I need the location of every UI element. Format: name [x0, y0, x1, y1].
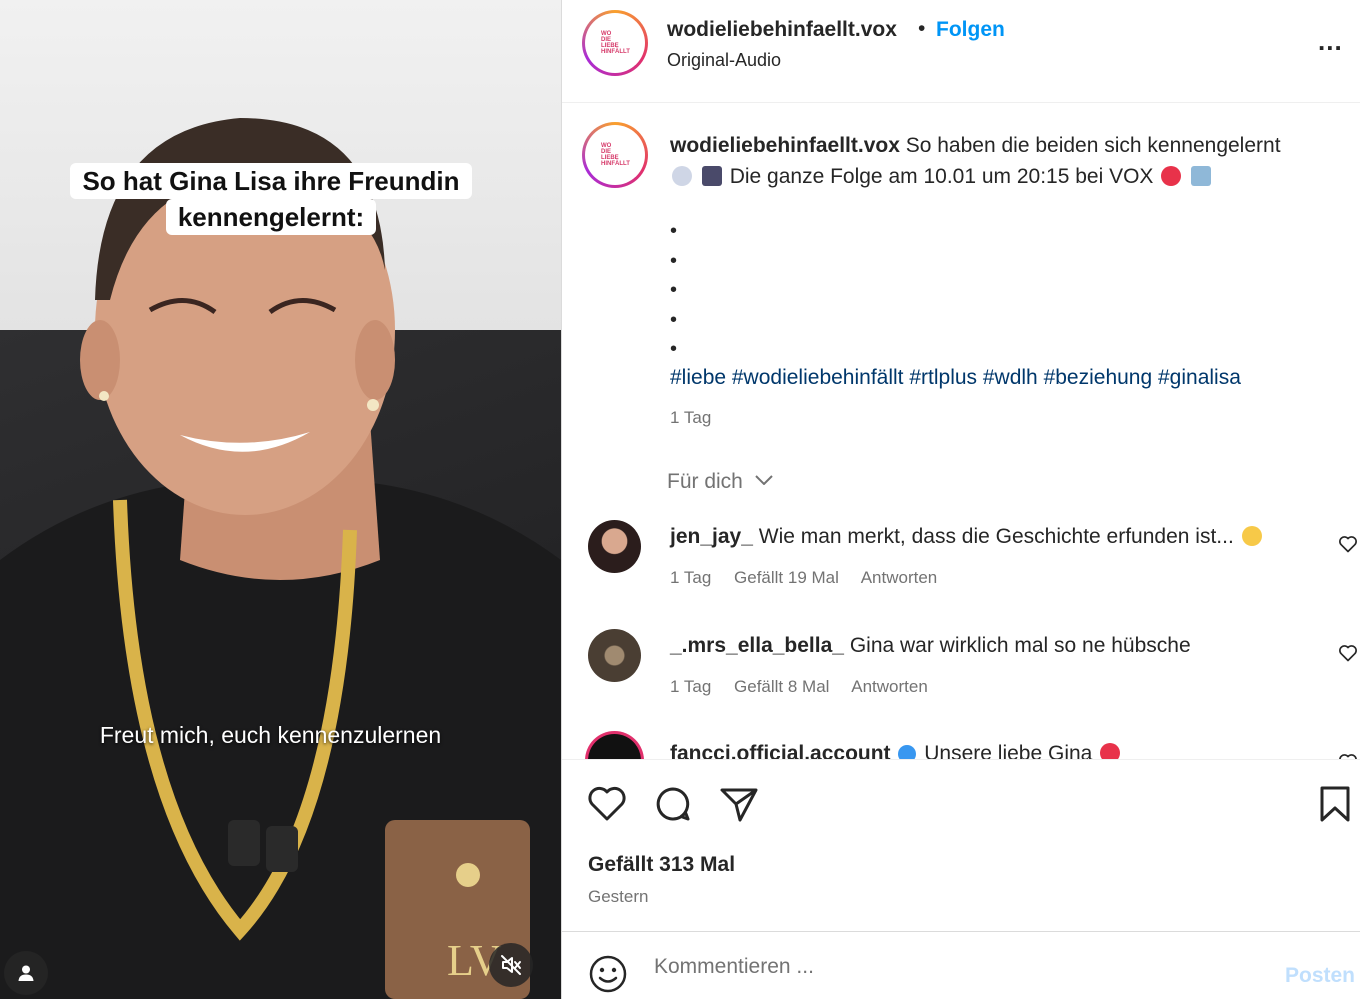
video-caption-overlay: So hat Gina Lisa ihre Freundin kennengel…	[50, 163, 492, 235]
eyes-emoji-icon	[672, 166, 692, 186]
television-emoji-icon	[1191, 166, 1212, 186]
commenter-username[interactable]: fancci.official.account	[670, 742, 891, 759]
red-circle-emoji-icon	[1161, 166, 1182, 186]
bookmark-icon[interactable]	[1318, 784, 1352, 824]
like-heart-icon[interactable]	[586, 784, 628, 824]
caption-username[interactable]: wodieliebehinfaellt.vox	[670, 134, 900, 157]
more-options-button[interactable]: ...	[1318, 26, 1343, 57]
header-separator: •	[918, 17, 926, 40]
mute-button[interactable]	[489, 943, 533, 987]
comment-item: fancci.official.account Unsere liebe Gin…	[562, 732, 1360, 759]
comment-sort-dropdown[interactable]: Für dich	[667, 470, 773, 494]
vox-logo: WO DIE LIEBE HINFÄLLT	[589, 129, 641, 181]
comment-time[interactable]: 1 Tag	[670, 568, 711, 587]
reel-video[interactable]: LV So hat Gina Lisa ihre Freundin kennen…	[0, 0, 561, 999]
comment-likes[interactable]: Gefällt 8 Mal	[734, 677, 829, 696]
heart-emoji-icon	[1100, 743, 1121, 759]
more-options-icon: ...	[1318, 26, 1343, 56]
commenter-username[interactable]: _.mrs_ella_bella_	[670, 634, 844, 657]
caption-line-2: Die ganze Folge am 10.01 um 20:15 bei VO…	[729, 165, 1154, 188]
heart-icon[interactable]	[1338, 534, 1358, 554]
comment-likes[interactable]: Gefällt 19 Mal	[734, 568, 839, 587]
user-icon	[18, 965, 34, 981]
comment-text: Wie man merkt, dass die Geschichte erfun…	[758, 525, 1234, 548]
comment-text: Unsere liebe Gina	[924, 742, 1093, 759]
comment-time[interactable]: 1 Tag	[670, 677, 711, 696]
commenter-avatar[interactable]	[588, 734, 641, 759]
caption-author-avatar[interactable]: WO DIE LIEBE HINFÄLLT	[582, 122, 648, 188]
action-bar: Gefällt 313 Mal Gestern	[562, 759, 1360, 931]
emoji-picker-icon[interactable]	[588, 954, 628, 994]
comments-scroll-area[interactable]: WO DIE LIEBE HINFÄLLT wodieliebehinfaellt.v…	[562, 104, 1360, 759]
video-person-figure: LV	[0, 118, 561, 999]
post-caption: wodieliebehinfaellt.vox So haben die bei…	[670, 130, 1340, 192]
vox-logo: WO DIE LIEBE HINFÄLLT	[589, 17, 641, 69]
reply-button[interactable]: Antworten	[861, 568, 938, 587]
reply-button[interactable]: Antworten	[851, 677, 928, 696]
post-date: Gestern	[588, 887, 649, 906]
commenter-username[interactable]: jen_jay_	[670, 525, 753, 548]
laughing-emoji-icon	[1241, 526, 1262, 546]
comment-item: _.mrs_ella_bella_ Gina war wirklich mal …	[562, 626, 1360, 726]
video-subtitle: Freut mich, euch kennenzulernen	[99, 722, 442, 748]
comment-composer: Posten	[562, 931, 1360, 999]
speaker-muted-icon	[501, 955, 521, 975]
comment-bubble-icon[interactable]	[652, 784, 694, 824]
commenter-avatar[interactable]	[588, 520, 641, 573]
commenter-avatar[interactable]	[588, 629, 641, 682]
caption-line-1: So haben die beiden sich kennengelernt	[905, 134, 1281, 157]
post-button[interactable]: Posten	[1285, 964, 1355, 988]
audio-link[interactable]: Original-Audio	[667, 50, 781, 71]
caption-timestamp[interactable]: 1 Tag	[670, 408, 711, 428]
like-count[interactable]: Gefällt 313 Mal	[588, 853, 735, 877]
caption-hashtags[interactable]: #liebe #wodieliebehinfällt #rtlplus #wdl…	[670, 366, 1241, 390]
heart-icon[interactable]	[1338, 752, 1358, 759]
follow-button[interactable]: Folgen	[936, 18, 1005, 42]
comment-text: Gina war wirklich mal so ne hübsche	[849, 634, 1191, 657]
heart-icon[interactable]	[1338, 643, 1358, 663]
share-send-icon[interactable]	[718, 784, 760, 824]
author-username[interactable]: wodieliebehinfaellt.vox	[667, 18, 897, 42]
chevron-down-icon	[754, 475, 773, 485]
tagged-users-button[interactable]	[4, 951, 48, 995]
comment-item: jen_jay_ Wie man merkt, dass die Geschic…	[562, 516, 1360, 616]
post-header: WO DIE LIEBE HINFÄLLT wodieliebehinfaellt.v…	[562, 0, 1360, 103]
clapperboard-emoji-icon	[701, 166, 722, 186]
caption-bullets: • • • • •	[670, 220, 678, 360]
author-avatar[interactable]: WO DIE LIEBE HINFÄLLT	[582, 10, 648, 76]
verified-badge-icon	[898, 745, 917, 759]
post-panel: WO DIE LIEBE HINFÄLLT wodieliebehinfaellt.v…	[561, 0, 1360, 999]
comment-input[interactable]	[654, 952, 1254, 982]
